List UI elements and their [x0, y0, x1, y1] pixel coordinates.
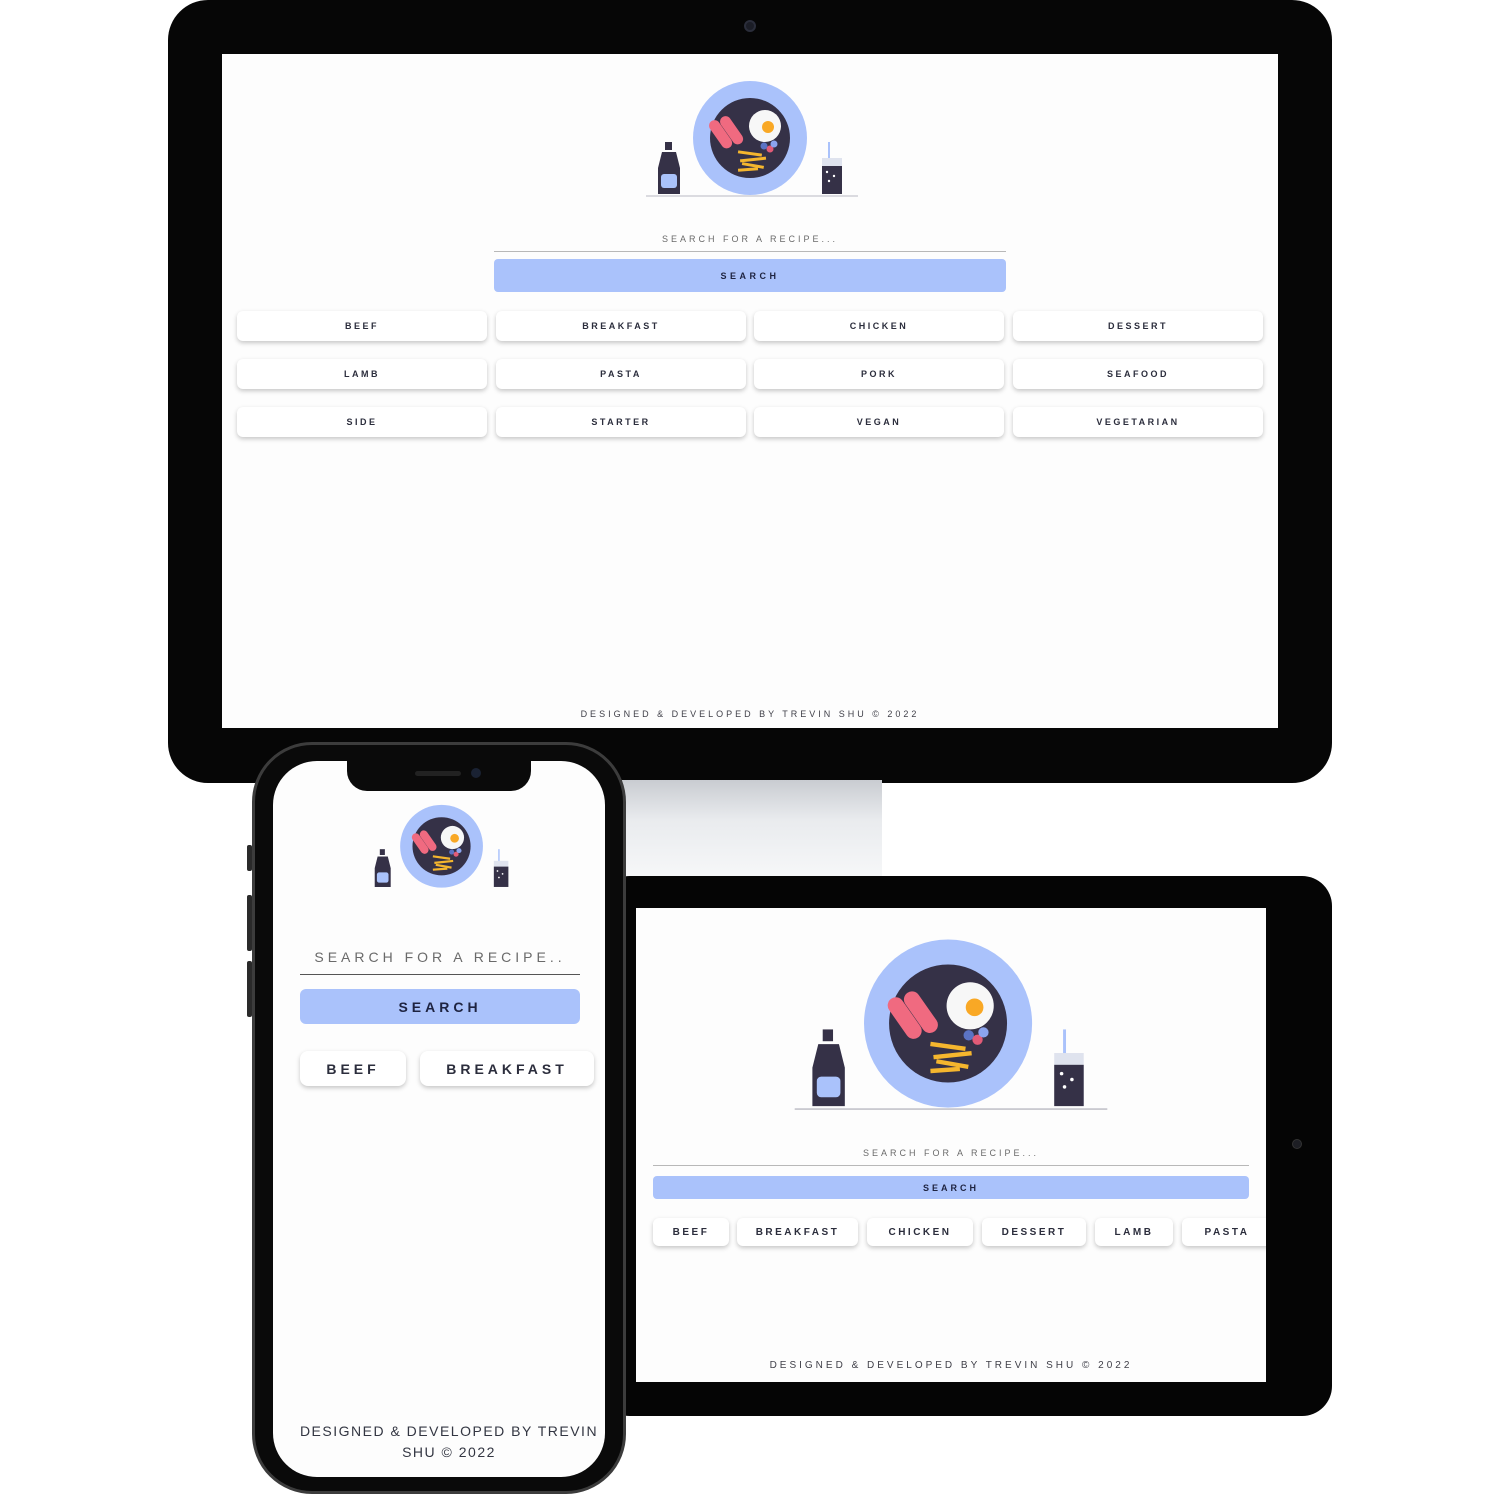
desktop-monitor-frame: SEARCH BEEF BREAKFAST CHICKEN DESSERT LA…	[168, 0, 1332, 783]
search-button[interactable]: SEARCH	[300, 989, 580, 1024]
plate-icon	[400, 804, 483, 888]
front-camera-icon	[471, 768, 481, 778]
category-button-pork[interactable]: PORK	[754, 359, 1004, 389]
egg-icon	[749, 110, 781, 142]
desktop-screen: SEARCH BEEF BREAKFAST CHICKEN DESSERT LA…	[222, 54, 1278, 728]
hero-illustration	[794, 939, 1108, 1110]
plate-icon	[693, 81, 807, 195]
footer-credit: DESIGNED & DEVELOPED BY TREVIN SHU © 202…	[580, 709, 920, 719]
category-button-breakfast[interactable]: BREAKFAST	[737, 1218, 858, 1246]
hero-illustration	[374, 804, 509, 888]
egg-icon	[440, 825, 465, 850]
speaker-icon	[415, 771, 461, 776]
search-input[interactable]	[653, 1140, 1249, 1166]
category-button-starter[interactable]: STARTER	[496, 407, 746, 437]
category-button-pasta[interactable]: PASTA	[496, 359, 746, 389]
footer-credit: DESIGNED & DEVELOPED BY TREVIN SHU © 202…	[299, 1423, 599, 1460]
soda-cup-icon	[822, 142, 842, 194]
hero-illustration	[646, 81, 858, 197]
search-button[interactable]: SEARCH	[494, 259, 1006, 292]
ketchup-bottle-icon	[812, 1029, 845, 1107]
search-input[interactable]	[494, 226, 1006, 252]
category-button-breakfast[interactable]: BREAKFAST	[496, 311, 746, 341]
category-button-lamb[interactable]: LAMB	[1095, 1218, 1173, 1246]
category-button-breakfast[interactable]: BREAKFAST	[420, 1051, 594, 1086]
category-button-vegan[interactable]: VEGAN	[754, 407, 1004, 437]
soda-cup-icon	[493, 849, 509, 887]
category-button-pasta[interactable]: PASTA	[1182, 1218, 1266, 1246]
phone-volume-up-button	[247, 895, 252, 951]
phone-volume-down-button	[247, 961, 252, 1017]
category-button-vegetarian[interactable]: VEGETARIAN	[1013, 407, 1263, 437]
webcam-icon	[744, 20, 756, 32]
phone-screen: SEARCH BEEF BREAKFAST DESIGNED & DEVELOP…	[273, 761, 605, 1477]
category-button-seafood[interactable]: SEAFOOD	[1013, 359, 1263, 389]
search-button[interactable]: SEARCH	[653, 1176, 1249, 1199]
ketchup-bottle-icon	[374, 849, 391, 887]
soda-cup-icon	[1054, 1029, 1084, 1107]
footer-credit: DESIGNED & DEVELOPED BY TREVIN SHU © 202…	[769, 1360, 1133, 1371]
plate-icon	[864, 939, 1033, 1108]
tablet-frame: SEARCH BEEF BREAKFAST CHICKEN DESSERT LA…	[600, 876, 1332, 1416]
tablet-screen: SEARCH BEEF BREAKFAST CHICKEN DESSERT LA…	[636, 908, 1266, 1382]
category-button-lamb[interactable]: LAMB	[237, 359, 487, 389]
phone-frame: SEARCH BEEF BREAKFAST DESIGNED & DEVELOP…	[247, 742, 626, 1494]
tablet-camera-icon	[1292, 1139, 1302, 1149]
category-button-beef[interactable]: BEEF	[237, 311, 487, 341]
category-button-beef[interactable]: BEEF	[300, 1051, 406, 1086]
ketchup-bottle-icon	[658, 142, 680, 194]
search-input[interactable]	[300, 939, 580, 975]
category-button-dessert[interactable]: DESSERT	[1013, 311, 1263, 341]
phone-mute-switch	[247, 845, 252, 871]
category-button-beef[interactable]: BEEF	[653, 1218, 729, 1246]
monitor-stand	[622, 780, 882, 880]
category-button-chicken[interactable]: CHICKEN	[754, 311, 1004, 341]
category-button-dessert[interactable]: DESSERT	[982, 1218, 1086, 1246]
phone-notch	[347, 761, 531, 791]
egg-icon	[946, 982, 994, 1030]
category-button-chicken[interactable]: CHICKEN	[867, 1218, 973, 1246]
category-button-side[interactable]: SIDE	[237, 407, 487, 437]
